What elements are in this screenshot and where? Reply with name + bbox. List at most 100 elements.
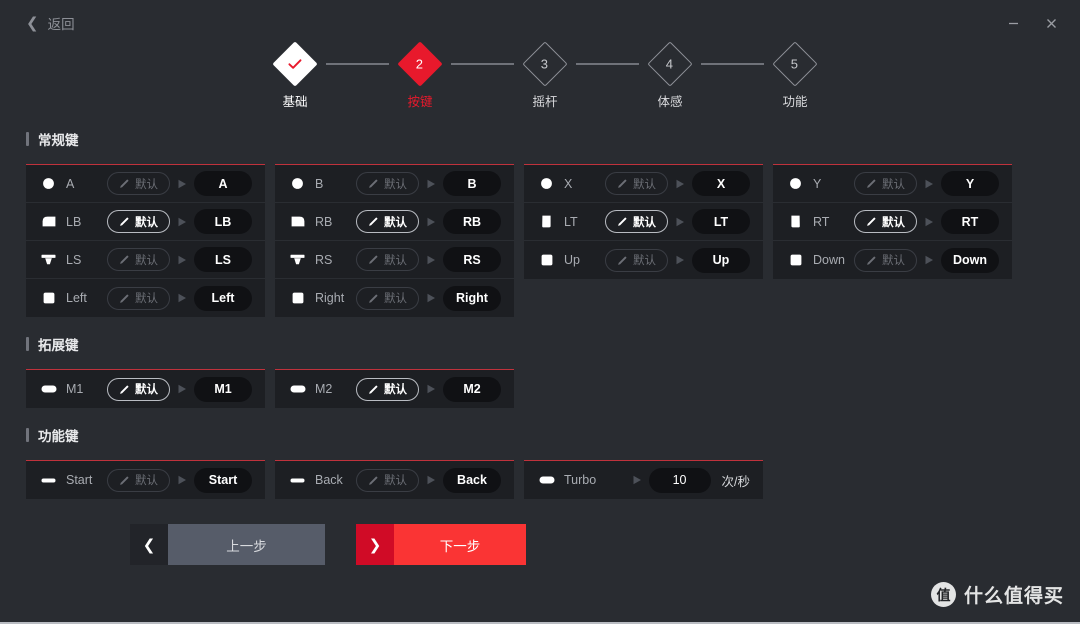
mapped-key-value[interactable]: M1 [194, 376, 252, 402]
next-step-label: 下一步 [394, 524, 526, 565]
pencil-icon [368, 216, 379, 227]
binding-row-label: Down [813, 253, 845, 267]
mapped-key-value[interactable]: Start [194, 467, 252, 493]
arrow-right-icon [427, 475, 436, 485]
step-label: 摇杆 [532, 95, 558, 109]
arrow-right-icon [178, 179, 187, 189]
turbo-rate-value[interactable]: 10 [648, 467, 711, 493]
binding-column: M1 默认 M1 [26, 369, 265, 408]
mapped-key-value[interactable]: LB [194, 209, 252, 234]
default-mode-pill[interactable]: 默认 [356, 248, 419, 271]
mapped-key-value[interactable]: LT [692, 209, 750, 234]
binding-row-label: Start [66, 473, 93, 487]
mapped-key-value[interactable]: Back [443, 467, 501, 493]
step-label: 功能 [782, 95, 808, 109]
mapped-key-value[interactable]: Down [940, 247, 999, 273]
binding-row-label: Back [315, 473, 343, 487]
binding-row-label: Y [813, 176, 822, 191]
circle-button-icon [40, 177, 57, 190]
default-mode-pill[interactable]: 默认 [356, 210, 419, 233]
trigger-right-icon [787, 215, 804, 228]
mapped-key-value[interactable]: X [692, 171, 750, 196]
arrow-right-icon [178, 217, 187, 227]
bumper-left-icon [40, 216, 57, 227]
mapped-key-value[interactable]: Y [941, 171, 999, 196]
binding-row-RB: RB 默认 RB [275, 203, 514, 241]
watermark: 值 什么值得买 [930, 581, 1064, 608]
next-step-button[interactable]: ❯ 下一步 [356, 524, 526, 565]
mapped-key-value[interactable]: RB [443, 209, 501, 234]
pencil-icon [368, 178, 379, 189]
arrow-right-icon [178, 255, 187, 265]
mapped-key-value[interactable]: LS [194, 247, 252, 272]
default-mode-pill[interactable]: 默认 [107, 377, 170, 401]
stepper-step-功能[interactable]: 5 功能 [764, 41, 826, 110]
binding-row-label: LT [564, 214, 578, 229]
check-icon [287, 56, 303, 72]
default-mode-pill[interactable]: 默认 [854, 172, 917, 195]
mapped-key-value[interactable]: Up [692, 247, 750, 273]
default-mode-pill[interactable]: 默认 [107, 172, 170, 195]
section-header: 拓展键 [26, 333, 1054, 355]
stepper-step-体感[interactable]: 4 体感 [639, 41, 701, 110]
close-icon[interactable] [1036, 10, 1066, 36]
step-marker-done [272, 41, 318, 87]
paddle-icon [40, 385, 57, 393]
default-mode-pill[interactable]: 默认 [107, 468, 170, 492]
default-mode-pill[interactable]: 默认 [356, 172, 419, 195]
binding-row-Turbo: Turbo 10 次/秒 [524, 461, 763, 499]
section-title: 拓展键 [38, 338, 79, 353]
turbo-rate-unit: 次/秒 [721, 474, 750, 489]
mapped-key-value[interactable]: RS [443, 247, 501, 272]
arrow-right-icon [178, 293, 187, 303]
binding-row-Start: Start 默认 Start [26, 461, 265, 499]
default-mode-pill[interactable]: 默认 [356, 377, 419, 401]
default-mode-pill[interactable]: 默认 [605, 172, 668, 195]
default-mode-pill[interactable]: 默认 [605, 248, 668, 272]
default-mode-pill[interactable]: 默认 [107, 248, 170, 271]
binding-grid: Start 默认 Start Back 默认 Back Turbo 10 次/秒 [26, 460, 1054, 499]
stepper-step-基础[interactable]: 基础 [264, 41, 326, 110]
pencil-icon [119, 178, 130, 189]
default-mode-label: 默认 [384, 293, 407, 305]
mapped-key-value[interactable]: RT [941, 209, 999, 234]
mapped-key-value[interactable]: Left [194, 285, 252, 311]
stepper-step-摇杆[interactable]: 3 摇杆 [514, 41, 576, 110]
default-mode-label: 默认 [633, 178, 656, 191]
default-mode-pill[interactable]: 默认 [356, 286, 419, 310]
default-mode-pill[interactable]: 默认 [107, 210, 170, 233]
default-mode-label: 默认 [633, 216, 656, 229]
binding-row-label: B [315, 176, 324, 191]
mapped-key-value[interactable]: A [194, 171, 252, 196]
step-number: 3 [541, 56, 549, 72]
binding-row-label: Right [315, 291, 345, 305]
previous-step-button[interactable]: ❮ 上一步 [130, 524, 325, 565]
binding-row-label: Up [564, 253, 580, 267]
default-mode-label: 默认 [135, 178, 158, 191]
pencil-icon [119, 254, 130, 265]
dash-icon [40, 478, 57, 483]
dpad-left-icon [40, 292, 57, 304]
pencil-icon [368, 293, 379, 304]
default-mode-label: 默认 [384, 216, 407, 229]
default-mode-label: 默认 [135, 475, 158, 487]
mapped-key-value[interactable]: M2 [443, 376, 501, 402]
default-mode-pill[interactable]: 默认 [605, 210, 668, 233]
minimize-icon[interactable] [998, 10, 1028, 36]
default-mode-pill[interactable]: 默认 [356, 468, 419, 492]
stepper-step-按键[interactable]: 2 按键 [389, 41, 451, 110]
binding-row-label: Turbo [564, 473, 597, 487]
mapped-key-value[interactable]: Right [443, 285, 501, 311]
pencil-icon [866, 178, 877, 189]
pencil-icon [368, 254, 379, 265]
default-mode-pill[interactable]: 默认 [854, 210, 917, 233]
dpad-right-icon [289, 292, 306, 304]
default-mode-pill[interactable]: 默认 [853, 248, 917, 272]
back-button[interactable]: ❮ 返回 [26, 13, 75, 33]
mapped-key-value[interactable]: B [443, 171, 501, 196]
binding-row-RT: RT 默认 RT [773, 203, 1012, 241]
arrow-right-icon [178, 475, 187, 485]
step-marker-todo: 4 [647, 41, 693, 87]
default-mode-pill[interactable]: 默认 [107, 286, 170, 310]
arrow-right-icon [925, 179, 934, 189]
